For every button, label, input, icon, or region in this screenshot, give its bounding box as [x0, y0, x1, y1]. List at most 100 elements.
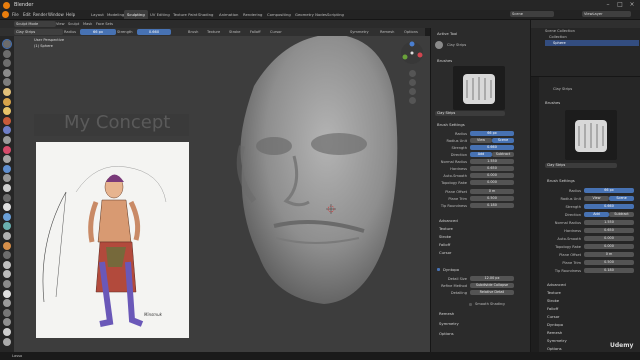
dyntopo-checkbox[interactable]: [437, 268, 440, 271]
blender-menu-icon[interactable]: [2, 11, 9, 18]
right_props.rows-field-10[interactable]: 0.180: [584, 268, 634, 273]
texture-dropdown[interactable]: Texture: [207, 30, 220, 34]
symmetry-dropdown[interactable]: Symmetry: [350, 30, 369, 34]
sculpt-tool-11-icon[interactable]: [3, 136, 11, 144]
props-section-advanced[interactable]: Advanced: [439, 218, 458, 223]
tab-rendering[interactable]: Rendering: [240, 10, 265, 19]
menu-mask[interactable]: Mask: [83, 22, 92, 26]
sculpt-tool-6-icon[interactable]: [3, 88, 11, 96]
props-section-options[interactable]: Options: [439, 331, 454, 336]
sculpt-tool-14-icon[interactable]: [3, 164, 11, 173]
props_panel.rows-field-5[interactable]: 0.650: [470, 166, 514, 171]
right-section-advanced[interactable]: Advanced: [547, 282, 566, 287]
sculpt-tool-18-icon[interactable]: [3, 203, 11, 212]
right-section-dyntopo[interactable]: Dyntopo: [547, 322, 563, 327]
props_panel.dyn_rows-field-2[interactable]: Relative Detail: [470, 290, 514, 295]
strength-field[interactable]: 0.660: [137, 29, 171, 35]
menu-file[interactable]: File: [12, 12, 19, 17]
right-section-falloff[interactable]: Falloff: [547, 306, 558, 311]
falloff-dropdown[interactable]: Falloff: [250, 30, 261, 34]
sculpt-tool-2-icon[interactable]: [3, 49, 11, 58]
sculpt-tool-12-icon[interactable]: [3, 145, 11, 154]
props_panel.rows-field-4[interactable]: 1.550: [470, 159, 514, 164]
props_panel.rows-field-1-a[interactable]: View: [470, 138, 492, 143]
props_panel.rows2-field-0[interactable]: 0 m: [470, 189, 514, 194]
right_props.rows-field-1-b[interactable]: Scene: [609, 196, 634, 201]
props-brush-preview[interactable]: [565, 110, 617, 160]
props_panel.rows-field-2[interactable]: 0.660: [470, 145, 514, 150]
right_props.rows-field-3-b[interactable]: Subtract: [609, 212, 634, 217]
props_panel.rows-field-3-a[interactable]: Add: [470, 152, 492, 157]
active-tool-header[interactable]: Active Tool: [437, 31, 457, 36]
right_props.rows-field-2[interactable]: 0.660: [584, 204, 634, 209]
tab-animation[interactable]: Animation: [216, 10, 241, 19]
props_panel.rows-field-1-b[interactable]: Scene: [492, 138, 514, 143]
outliner-scene-collection[interactable]: Scene Collection: [545, 29, 575, 33]
props_panel.dyn_rows-field-1[interactable]: Subdivide Collapse: [470, 283, 514, 288]
props_panel.rows-field-7[interactable]: 0.000: [470, 180, 514, 185]
sculpt-tool-22-icon[interactable]: [3, 241, 11, 250]
right_props.rows-field-7[interactable]: 0.000: [584, 244, 634, 249]
sculpt-tool-5-icon[interactable]: [3, 78, 11, 87]
right_props.rows-field-0[interactable]: 66 px: [584, 188, 634, 193]
menu-view[interactable]: View: [56, 22, 65, 26]
sculpt-tool-17-icon[interactable]: [3, 193, 11, 202]
sculpt-tool-21-icon[interactable]: [3, 232, 11, 240]
viewport-nav-4-icon[interactable]: [409, 97, 416, 104]
sculpt-tool-30-icon[interactable]: [3, 318, 11, 327]
sculpt-tool-29-icon[interactable]: [3, 308, 11, 317]
menu-render[interactable]: Render: [33, 12, 47, 17]
right-section-symmetry[interactable]: Symmetry: [547, 338, 567, 343]
right_props.rows-field-8[interactable]: 0 m: [584, 252, 634, 257]
sculpt-tool-7-icon[interactable]: [3, 97, 11, 106]
stroke-dropdown[interactable]: Stroke: [229, 30, 240, 34]
props_panel.rows-field-6[interactable]: 0.000: [470, 173, 514, 178]
right_props.rows-field-9[interactable]: 0.500: [584, 260, 634, 265]
props_panel.rows2-field-1[interactable]: 0.500: [470, 196, 514, 201]
tab-uv-editing[interactable]: UV Editing: [147, 10, 173, 19]
sculpt-tool-1-icon[interactable]: [2, 39, 12, 49]
outliner-collection[interactable]: Collection: [549, 35, 567, 39]
right_props.rows-field-5[interactable]: 0.650: [584, 228, 634, 233]
menu-sculpt[interactable]: Sculpt: [68, 22, 79, 26]
right-section-remesh[interactable]: Remesh: [547, 330, 562, 335]
brush-dropdown[interactable]: Brush: [188, 30, 198, 34]
3d-viewport[interactable]: User Perspective (1) Sphere My Concept M…: [14, 36, 430, 352]
sculpt-mesh[interactable]: [214, 36, 414, 316]
viewport-nav-1-icon[interactable]: [409, 70, 416, 77]
props_panel.rows-field-3-b[interactable]: Subtract: [492, 152, 514, 157]
menu-face-sets[interactable]: Face Sets: [96, 22, 113, 26]
sculpt-tool-25-icon[interactable]: [3, 270, 11, 279]
sculpt-tool-23-icon[interactable]: [3, 251, 11, 260]
right-section-cursor[interactable]: Cursor: [547, 314, 559, 319]
props_panel.rows2-field-2[interactable]: 0.180: [470, 203, 514, 208]
sculpt-tool-28-icon[interactable]: [3, 299, 11, 308]
sculpt-tool-32-icon[interactable]: [3, 337, 11, 346]
close-icon[interactable]: ×: [628, 1, 636, 8]
viewport-nav-2-icon[interactable]: [409, 79, 416, 86]
brush-preview[interactable]: [453, 66, 505, 110]
props-section-stroke[interactable]: Stroke: [439, 234, 451, 239]
right_props.rows-field-6[interactable]: 0.000: [584, 236, 634, 241]
menu-window[interactable]: Window: [48, 12, 64, 17]
sculpt-tool-9-icon[interactable]: [3, 116, 11, 125]
right_props.rows-field-1-a[interactable]: View: [584, 196, 609, 201]
brushes-header[interactable]: Brushes: [437, 58, 452, 63]
sculpt-tool-20-icon[interactable]: [3, 222, 11, 231]
3d-cursor-icon[interactable]: [326, 204, 336, 214]
tab-sculpting[interactable]: Sculpting: [124, 10, 148, 19]
menu-help[interactable]: Help: [66, 12, 75, 17]
sculpt-tool-24-icon[interactable]: [3, 260, 11, 269]
menu-edit[interactable]: Edit: [23, 12, 31, 17]
minimize-icon[interactable]: –: [604, 1, 612, 8]
props-section-falloff[interactable]: Falloff: [439, 242, 450, 247]
navigation-gizmo-icon[interactable]: [399, 40, 425, 66]
outliner-row-sphere[interactable]: Sphere: [545, 40, 639, 46]
props_panel.rows-field-0[interactable]: 66 px: [470, 131, 514, 136]
remesh-dropdown[interactable]: Remesh: [380, 30, 394, 34]
props-section-remesh[interactable]: Remesh: [439, 311, 454, 316]
radius-field[interactable]: 66 px: [80, 29, 116, 35]
dyntopo-header[interactable]: Dyntopo: [443, 267, 459, 272]
options-dropdown[interactable]: Options: [404, 30, 418, 34]
view-layer-selector[interactable]: ViewLayer: [582, 11, 631, 17]
